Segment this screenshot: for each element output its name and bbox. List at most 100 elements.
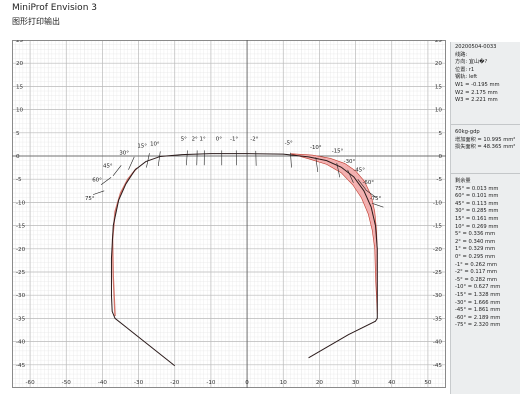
remaining-item: -75° = 2.320 mm: [455, 322, 501, 329]
y-tick-label-left: 15: [16, 84, 24, 90]
y-tick-label-right: -10: [433, 200, 443, 206]
y-tick-label-left: 10: [16, 108, 24, 114]
angle-label: -15°: [332, 148, 344, 154]
y-tick-label-left: -15: [16, 224, 26, 230]
remaining-item: 2° = 0.340 mm: [455, 238, 496, 245]
angle-label: -45°: [353, 167, 365, 173]
remaining-title: 剩余量: [455, 178, 471, 184]
w2-value: W2 = 2.175 mm: [455, 89, 498, 96]
divider: [451, 173, 520, 174]
y-tick-label-right: 10: [435, 108, 443, 114]
angle-label: 75°: [85, 196, 95, 202]
angle-label: 2°: [192, 137, 198, 143]
x-tick-label: 0: [245, 380, 249, 386]
divider: [451, 124, 520, 125]
x-tick-label: 20: [316, 380, 324, 386]
measurement-info: 20200504-0033 线路: 方向: 宜山�? 位置: r1 钢轨: le…: [451, 42, 520, 123]
rail-field: 钢轨: left: [455, 74, 478, 81]
angle-label: -2°: [250, 137, 258, 143]
x-tick-label: -40: [98, 380, 108, 386]
y-tick-label-right: -15: [433, 224, 443, 230]
remaining-item: 30° = 0.285 mm: [455, 208, 499, 215]
area-lost: 损失面积 = 48.365 mm²: [455, 144, 516, 151]
y-tick-label-left: -40: [16, 340, 26, 346]
profile-plot: -60 -50 -40 -30 -20 -10 0 10 20 30 40 50 25 25 20 20 15 1…: [11, 38, 447, 389]
angle-label: 15°: [137, 144, 147, 150]
rail-type: 60kg-gdp: [455, 129, 480, 135]
angle-tick: [186, 150, 188, 166]
y-tick-label-right: -5: [436, 177, 442, 183]
remaining-item: -5° = 0.282 mm: [455, 276, 498, 283]
angle-label: -1°: [230, 137, 238, 143]
grid-minor: [11, 40, 447, 388]
angle-tick: [112, 165, 122, 176]
angle-label: 45°: [103, 164, 113, 170]
y-tick-label-left: -5: [16, 177, 22, 183]
x-tick-label: -50: [62, 380, 72, 386]
x-tick-label: 50: [424, 380, 432, 386]
angle-label: -30°: [344, 159, 356, 165]
remaining-item: -1° = 0.262 mm: [455, 261, 498, 268]
remaining-item: 0° = 0.295 mm: [455, 253, 496, 260]
y-tick-label-left: -30: [16, 293, 26, 299]
y-tick-label-left: 0: [16, 154, 20, 160]
remaining-item: 1° = 0.329 mm: [455, 246, 496, 253]
angle-label: 1°: [200, 137, 206, 143]
y-tick-label-right: 5: [438, 131, 442, 137]
angle-label: -5°: [285, 140, 293, 146]
remaining-item: 5° = 0.336 mm: [455, 231, 496, 238]
profile-plot-svg: -60 -50 -40 -30 -20 -10 0 10 20 30 40 5025 2520 2015 1…: [11, 38, 447, 389]
area-info: 60kg-gdp 增加面积 = 10.995 mm² 损失面积 = 48.365…: [451, 126, 520, 172]
angle-label: -10°: [310, 145, 322, 151]
y-tick-label-right: -20: [433, 247, 443, 253]
y-tick-label-right: 20: [435, 61, 443, 67]
w3-value: W3 = 2.221 mm: [455, 97, 498, 104]
angle-markers: 75° 60° 45° 30° 15° 10° 5° 2° 1° 0° -1° -2° -5° -10° -…: [85, 137, 384, 208]
remaining-item: 60° = 0.101 mm: [455, 193, 499, 200]
window-subtitle: 图形打印输出: [12, 17, 60, 26]
y-tick-label-right: 15: [435, 84, 443, 90]
angle-label: 60°: [92, 178, 102, 184]
y-tick-label-right: -35: [433, 316, 443, 322]
x-tick-label: -10: [206, 380, 216, 386]
y-tick-label-right: 25: [435, 40, 443, 44]
y-tick-label-left: 20: [16, 61, 24, 67]
angle-label: 30°: [119, 151, 129, 157]
y-tick-label-left: -45: [16, 363, 26, 369]
y-tick-label-left: 5: [16, 131, 20, 137]
remaining-item: 10° = 0.269 mm: [455, 223, 499, 230]
angle-label: 0°: [216, 137, 222, 143]
x-tick-label: 30: [352, 380, 360, 386]
x-tick-label: 40: [388, 380, 396, 386]
y-tick-label-left: 25: [16, 40, 24, 44]
wear-edge-left: [111, 167, 138, 317]
window-title: MiniProf Envision 3: [12, 3, 97, 13]
y-tick-label-right: 0: [438, 154, 442, 160]
remaining-item: -60° = 2.189 mm: [455, 314, 501, 321]
remaining-info: 剩余量 75° = 0.013 mm 60° = 0.101 mm 45° = …: [451, 175, 520, 333]
remaining-item: -10° = 0.627 mm: [455, 284, 501, 291]
remaining-item: 45° = 0.113 mm: [455, 200, 499, 207]
remaining-item: -45° = 1.861 mm: [455, 307, 501, 314]
x-tick-label: 10: [280, 380, 288, 386]
remaining-item: -30° = 1.666 mm: [455, 299, 501, 306]
angle-label: 5°: [181, 137, 187, 143]
remaining-item: -2° = 0.117 mm: [455, 269, 498, 276]
y-tick-label-left: -20: [16, 247, 26, 253]
y-tick-label-left: -25: [16, 270, 26, 276]
y-tick-label-left: -35: [16, 316, 26, 322]
direction-field: 方向: 宜山�?: [455, 59, 488, 66]
y-tick-label-left: -10: [16, 200, 26, 206]
remaining-item: 15° = 0.161 mm: [455, 215, 499, 222]
x-tick-label: -60: [26, 380, 36, 386]
measurement-id: 20200504-0033: [455, 44, 497, 50]
y-tick-label-right: -25: [433, 270, 443, 276]
remaining-item: 75° = 0.013 mm: [455, 185, 499, 192]
angle-label: 10°: [150, 141, 160, 147]
info-panel: 20200504-0033 线路: 方向: 宜山�? 位置: r1 钢轨: le…: [450, 42, 520, 394]
x-tick-label: -20: [170, 380, 180, 386]
w1-value: W1 = -0.195 mm: [455, 81, 500, 88]
angle-tick: [157, 151, 161, 167]
y-tick-label-right: -40: [433, 340, 443, 346]
y-tick-label-right: -30: [433, 293, 443, 299]
